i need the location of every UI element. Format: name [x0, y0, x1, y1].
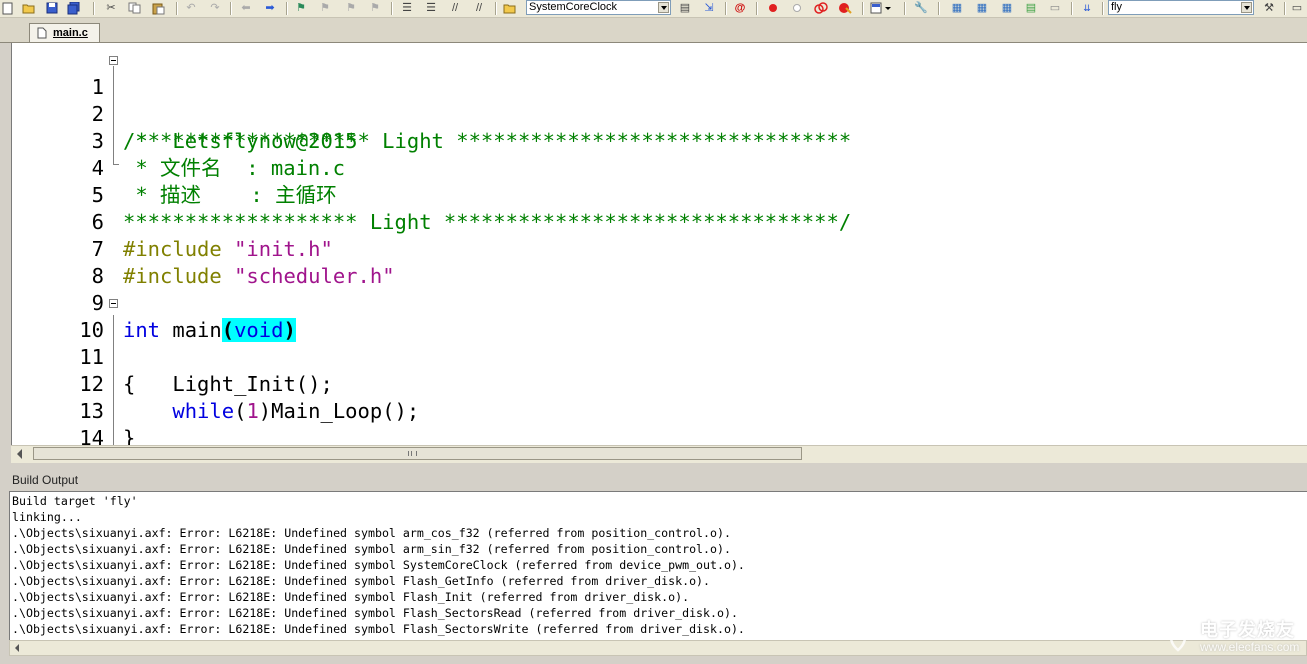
bookmark-prev-icon[interactable]: ⚑ [318, 1, 332, 15]
debug-session-icon[interactable]: @ [733, 1, 747, 15]
incremental-find-icon[interactable]: ⇲ [702, 1, 716, 15]
target-options-icon[interactable]: ⚒ [1262, 1, 1276, 15]
code-line: 5 ******************* Light ************… [12, 155, 1307, 234]
find-combo[interactable]: SystemCoreClock [526, 0, 671, 15]
copy-icon[interactable] [127, 1, 141, 15]
bookmark-toggle-icon[interactable]: ⚑ [294, 1, 308, 15]
code-line: 9 int main(void) [12, 263, 1307, 342]
paste-icon[interactable] [151, 1, 165, 15]
tab-label: main.c [53, 27, 88, 39]
configure-icon[interactable]: 🔧 [914, 1, 928, 15]
toolbar: ✂ ↶ ↷ ⬅ ➡ ⚑ ⚑ ⚑ ⚑ ☰ ☰ // // SystemCoreCl… [0, 0, 1307, 18]
unindent-icon[interactable]: ☰ [424, 1, 438, 15]
code-line: 7 #include "scheduler.h" [12, 209, 1307, 288]
build-output-line: .\Objects\sixuanyi.axf: Error: L6218E: U… [12, 542, 731, 556]
code-line: 6 #include "init.h" [12, 182, 1307, 261]
code-line: 2 * Letsflynow@2015 [12, 74, 1307, 153]
chevron-down-icon[interactable] [658, 2, 669, 13]
build-output-line: linking... [12, 510, 82, 524]
save-icon[interactable] [45, 1, 59, 15]
breakpoint-insert-icon[interactable] [766, 1, 780, 15]
indent-icon[interactable]: ☰ [400, 1, 414, 15]
new-file-icon[interactable] [1, 1, 15, 15]
editor-horizontal-scrollbar[interactable] [11, 445, 1307, 463]
build-output-horizontal-scrollbar[interactable] [9, 640, 1307, 656]
code-editor[interactable]: 1 /******************* Light ***********… [11, 43, 1307, 445]
build-output-line: .\Objects\sixuanyi.axf: Error: L6218E: U… [12, 590, 690, 604]
file-tab-strip: main.c [0, 18, 1307, 43]
save-all-icon[interactable] [67, 1, 81, 15]
scrollbar-thumb[interactable] [33, 447, 802, 460]
code-line: 4 * 描述 : 主循环 [12, 128, 1307, 207]
watermark-logo: 电子发烧友 www.elecfans.com [1160, 612, 1300, 662]
grip-icon [408, 451, 417, 456]
bookmark-clear-icon[interactable]: ⚑ [368, 1, 382, 15]
bookmark-next-icon[interactable]: ⚑ [344, 1, 358, 15]
breakpoint-kill-all-icon[interactable] [838, 1, 852, 15]
batch-build-icon[interactable]: ▤ [1024, 1, 1038, 15]
code-line: 11 Light_Init(); [12, 317, 1307, 396]
find-combo-value: SystemCoreClock [529, 1, 618, 13]
breakpoint-enable-icon[interactable] [790, 1, 804, 15]
find-icon[interactable]: ▤ [678, 1, 692, 15]
target-select-value: fly [1111, 1, 1122, 13]
build-output-line: .\Objects\sixuanyi.axf: Error: L6218E: U… [12, 606, 738, 620]
fold-collapse-icon[interactable] [109, 56, 118, 65]
rebuild-icon[interactable]: ▦ [1000, 1, 1014, 15]
code-line: 15 [12, 425, 1307, 445]
code-line: 10 { [12, 290, 1307, 396]
chevron-down-icon[interactable] [1241, 2, 1252, 13]
window-layout-icon[interactable] [870, 1, 892, 15]
tab-main-c[interactable]: main.c [29, 23, 100, 42]
find-in-files-icon[interactable] [503, 1, 517, 15]
watermark-text: 电子发烧友 [1200, 620, 1295, 640]
build-output-line: .\Objects\sixuanyi.axf: Error: L6218E: U… [12, 574, 711, 588]
scroll-left-arrow-icon[interactable] [17, 449, 22, 459]
redo-icon[interactable]: ↷ [208, 1, 222, 15]
undo-icon[interactable]: ↶ [184, 1, 198, 15]
manage-components-icon[interactable]: ▭ [1290, 1, 1304, 15]
translate-icon[interactable]: ▦ [950, 1, 964, 15]
open-file-icon[interactable] [22, 1, 36, 15]
build-output-line: .\Objects\sixuanyi.axf: Error: L6218E: U… [12, 526, 731, 540]
build-output-title: Build Output [12, 473, 79, 487]
code-line: 8 [12, 236, 1307, 288]
file-icon [37, 27, 47, 39]
cut-icon[interactable]: ✂ [104, 1, 118, 15]
nav-forward-icon[interactable]: ➡ [263, 1, 277, 15]
build-output-header: Build Output [0, 470, 1307, 490]
build-output-line: .\Objects\sixuanyi.axf: Error: L6218E: U… [12, 558, 745, 572]
nav-back-icon[interactable]: ⬅ [239, 1, 253, 15]
build-icon[interactable]: ▦ [975, 1, 989, 15]
code-line: 12 while(1)Main_Loop(); [12, 344, 1307, 423]
fold-collapse-icon[interactable] [109, 299, 118, 308]
code-line: 13 } [12, 371, 1307, 445]
comment-icon[interactable]: // [448, 1, 462, 15]
breakpoint-disable-all-icon[interactable] [814, 1, 828, 15]
uncomment-icon[interactable]: // [472, 1, 486, 15]
scroll-left-arrow-icon[interactable] [15, 644, 19, 652]
code-line: 1 /******************* Light ***********… [12, 47, 1307, 153]
watermark-url: www.elecfans.com [1200, 640, 1300, 654]
build-output-line: Build target 'fly' [12, 494, 138, 508]
target-select[interactable]: fly [1108, 0, 1254, 15]
stop-build-icon[interactable]: ▭ [1048, 1, 1062, 15]
build-output-line: .\Objects\sixuanyi.axf: Error: L6218E: U… [12, 622, 745, 636]
download-load-icon[interactable]: ⇊ [1080, 1, 1094, 15]
watermark-icon [1164, 616, 1192, 652]
build-output-panel[interactable]: Build target 'fly' linking... .\Objects\… [9, 491, 1307, 641]
code-line: 3 * 文件名 : main.c [12, 101, 1307, 180]
code-line: 14 [12, 398, 1307, 445]
